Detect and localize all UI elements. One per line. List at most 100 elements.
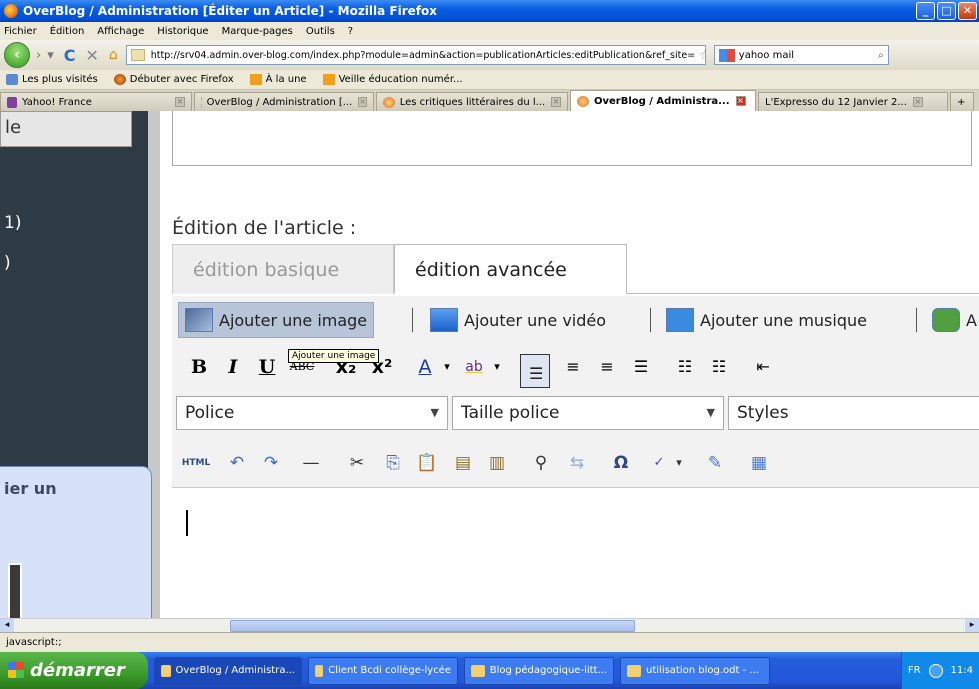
- bookmark-getting-started[interactable]: Débuter avec Firefox: [113, 74, 234, 85]
- tab-basic-edit[interactable]: édition basique: [172, 244, 394, 294]
- undo-button[interactable]: ↶: [224, 450, 250, 476]
- html-source-button[interactable]: HTML: [178, 450, 214, 476]
- font-family-select[interactable]: Police ▼: [176, 396, 448, 430]
- numbered-list-button[interactable]: ☷: [704, 354, 734, 380]
- bold-button[interactable]: B: [186, 354, 212, 380]
- paste-text-icon[interactable]: ▤: [450, 450, 476, 476]
- home-button[interactable]: ⌂: [109, 47, 118, 63]
- horizontal-rule-button[interactable]: —: [298, 450, 324, 476]
- search-icon[interactable]: ⌕: [878, 50, 888, 61]
- forward-button[interactable]: ›: [36, 48, 41, 63]
- replace-icon[interactable]: ⇆: [564, 450, 590, 476]
- close-window-button[interactable]: ✕: [958, 2, 977, 20]
- add-music-button[interactable]: Ajouter une musique: [660, 302, 873, 338]
- tab-label: OverBlog / Administra...: [594, 95, 730, 107]
- site-identity-icon[interactable]: [130, 49, 145, 61]
- paste-word-icon[interactable]: ▥: [484, 450, 510, 476]
- close-tab-icon[interactable]: ×: [551, 97, 561, 107]
- task-blog-folder[interactable]: Blog pédagogique-litt...: [464, 656, 614, 685]
- tab-overblog-1[interactable]: OverBlog / Administration [... ×: [194, 92, 374, 111]
- minimize-button[interactable]: _: [916, 2, 935, 20]
- task-firefox[interactable]: OverBlog / Administra...: [154, 656, 302, 685]
- menu-marque-pages[interactable]: Marque-pages: [222, 26, 293, 37]
- bookmark-veille[interactable]: Veille éducation numér...: [322, 74, 463, 85]
- menu-affichage[interactable]: Affichage: [97, 26, 144, 37]
- edit-icon[interactable]: ✎: [702, 450, 728, 476]
- cut-icon[interactable]: ✂: [344, 450, 370, 476]
- highlight-button[interactable]: ab: [460, 354, 488, 380]
- reload-button[interactable]: C: [64, 46, 76, 65]
- menu-outils[interactable]: Outils: [306, 26, 335, 37]
- editor-mode-tabs: édition basique édition avancée: [172, 244, 979, 294]
- italic-button[interactable]: I: [220, 354, 246, 380]
- spellcheck-icon[interactable]: ✓: [646, 450, 672, 476]
- tab-critiques[interactable]: Les critiques littéraires du l... ×: [376, 92, 568, 111]
- window-title-bar[interactable]: OverBlog / Administration [Éditer un Art…: [0, 0, 979, 22]
- find-icon[interactable]: ⚲: [528, 450, 554, 476]
- styles-value: Styles: [737, 403, 789, 423]
- close-tab-icon[interactable]: ×: [735, 96, 746, 106]
- bookmarks-toolbar: Les plus visités Débuter avec Firefox À …: [0, 70, 979, 90]
- rich-text-editor[interactable]: [172, 488, 979, 618]
- menu-historique[interactable]: Historique: [157, 26, 208, 37]
- scroll-left-icon[interactable]: ◂: [0, 619, 14, 632]
- styles-select[interactable]: Styles: [728, 396, 979, 430]
- font-color-button[interactable]: A: [412, 354, 438, 380]
- search-engine-icon[interactable]: [718, 48, 735, 62]
- article-title-field[interactable]: [172, 111, 972, 166]
- tab-overblog-active[interactable]: OverBlog / Administra... ×: [570, 90, 756, 111]
- align-left-button[interactable]: ☰: [520, 354, 550, 388]
- close-tab-icon[interactable]: ×: [175, 97, 185, 107]
- align-justify-button[interactable]: ☰: [626, 354, 656, 380]
- outdent-button[interactable]: ⇤: [748, 354, 778, 380]
- tray-icon[interactable]: [928, 663, 943, 678]
- highlight-dropdown-icon[interactable]: ▾: [490, 354, 504, 380]
- new-tab-button[interactable]: +: [950, 92, 974, 111]
- back-button[interactable]: ‹: [4, 42, 30, 68]
- search-input[interactable]: yahoo mail: [739, 50, 794, 61]
- font-color-dropdown-icon[interactable]: ▾: [440, 354, 454, 380]
- add-video-button[interactable]: Ajouter une vidéo: [424, 302, 612, 338]
- bookmark-most-visited[interactable]: Les plus visités: [6, 74, 98, 85]
- bullet-list-button[interactable]: ☷: [670, 354, 700, 380]
- stop-button[interactable]: ✕: [85, 46, 98, 65]
- task-odt[interactable]: utilisation blog.odt - ...: [620, 656, 770, 685]
- horizontal-scrollbar[interactable]: ◂ ▸: [0, 618, 979, 632]
- add-video-label: Ajouter une vidéo: [464, 310, 607, 330]
- tab-expresso[interactable]: L'Expresso du 12 Janvier 2... ×: [758, 92, 948, 111]
- table-icon[interactable]: ▦: [746, 450, 772, 476]
- search-box[interactable]: yahoo mail ⌕: [713, 45, 889, 65]
- folder-icon: [471, 664, 485, 677]
- add-link-button[interactable]: A: [926, 302, 979, 338]
- menu-aide[interactable]: ?: [348, 26, 353, 37]
- tooltip: Ajouter une image: [288, 349, 380, 363]
- scroll-right-icon[interactable]: ▸: [965, 619, 979, 632]
- menu-fichier[interactable]: Fichier: [4, 26, 37, 37]
- tab-advanced-edit[interactable]: édition avancée: [394, 244, 627, 294]
- start-button[interactable]: démarrer: [0, 652, 148, 689]
- special-char-icon[interactable]: Ω: [608, 450, 634, 476]
- task-bcdi[interactable]: Client Bcdi collège-lycée: [308, 656, 458, 685]
- paste-icon[interactable]: 📋: [414, 450, 440, 476]
- sidebar-panel-label[interactable]: ier un: [4, 479, 57, 498]
- close-tab-icon[interactable]: ×: [912, 97, 923, 107]
- tab-yahoo[interactable]: Yahoo! France ×: [0, 92, 192, 111]
- history-dropdown-icon[interactable]: ▾: [47, 48, 54, 63]
- language-indicator[interactable]: FR: [908, 665, 921, 676]
- copy-icon[interactable]: ⎘: [380, 450, 406, 476]
- spellcheck-dropdown-icon[interactable]: ▾: [672, 450, 686, 476]
- sidebar-button[interactable]: le: [0, 111, 132, 147]
- menu-edition[interactable]: Édition: [50, 26, 85, 37]
- redo-button[interactable]: ↷: [258, 450, 284, 476]
- font-size-select[interactable]: Taille police ▼: [452, 396, 724, 430]
- add-image-button[interactable]: Ajouter une image: [178, 302, 375, 338]
- bookmark-star-icon[interactable]: ☆ ▾: [695, 48, 705, 62]
- align-right-button[interactable]: ≡: [592, 354, 622, 380]
- url-bar[interactable]: http://srv04.admin.over-blog.com/index.p…: [125, 45, 706, 65]
- close-tab-icon[interactable]: ×: [358, 97, 367, 107]
- underline-button[interactable]: U: [254, 354, 280, 380]
- bookmark-headlines[interactable]: À la une: [249, 74, 307, 85]
- maximize-button[interactable]: □: [937, 2, 956, 20]
- align-center-button[interactable]: ≡: [558, 354, 588, 380]
- scroll-thumb[interactable]: [230, 620, 635, 632]
